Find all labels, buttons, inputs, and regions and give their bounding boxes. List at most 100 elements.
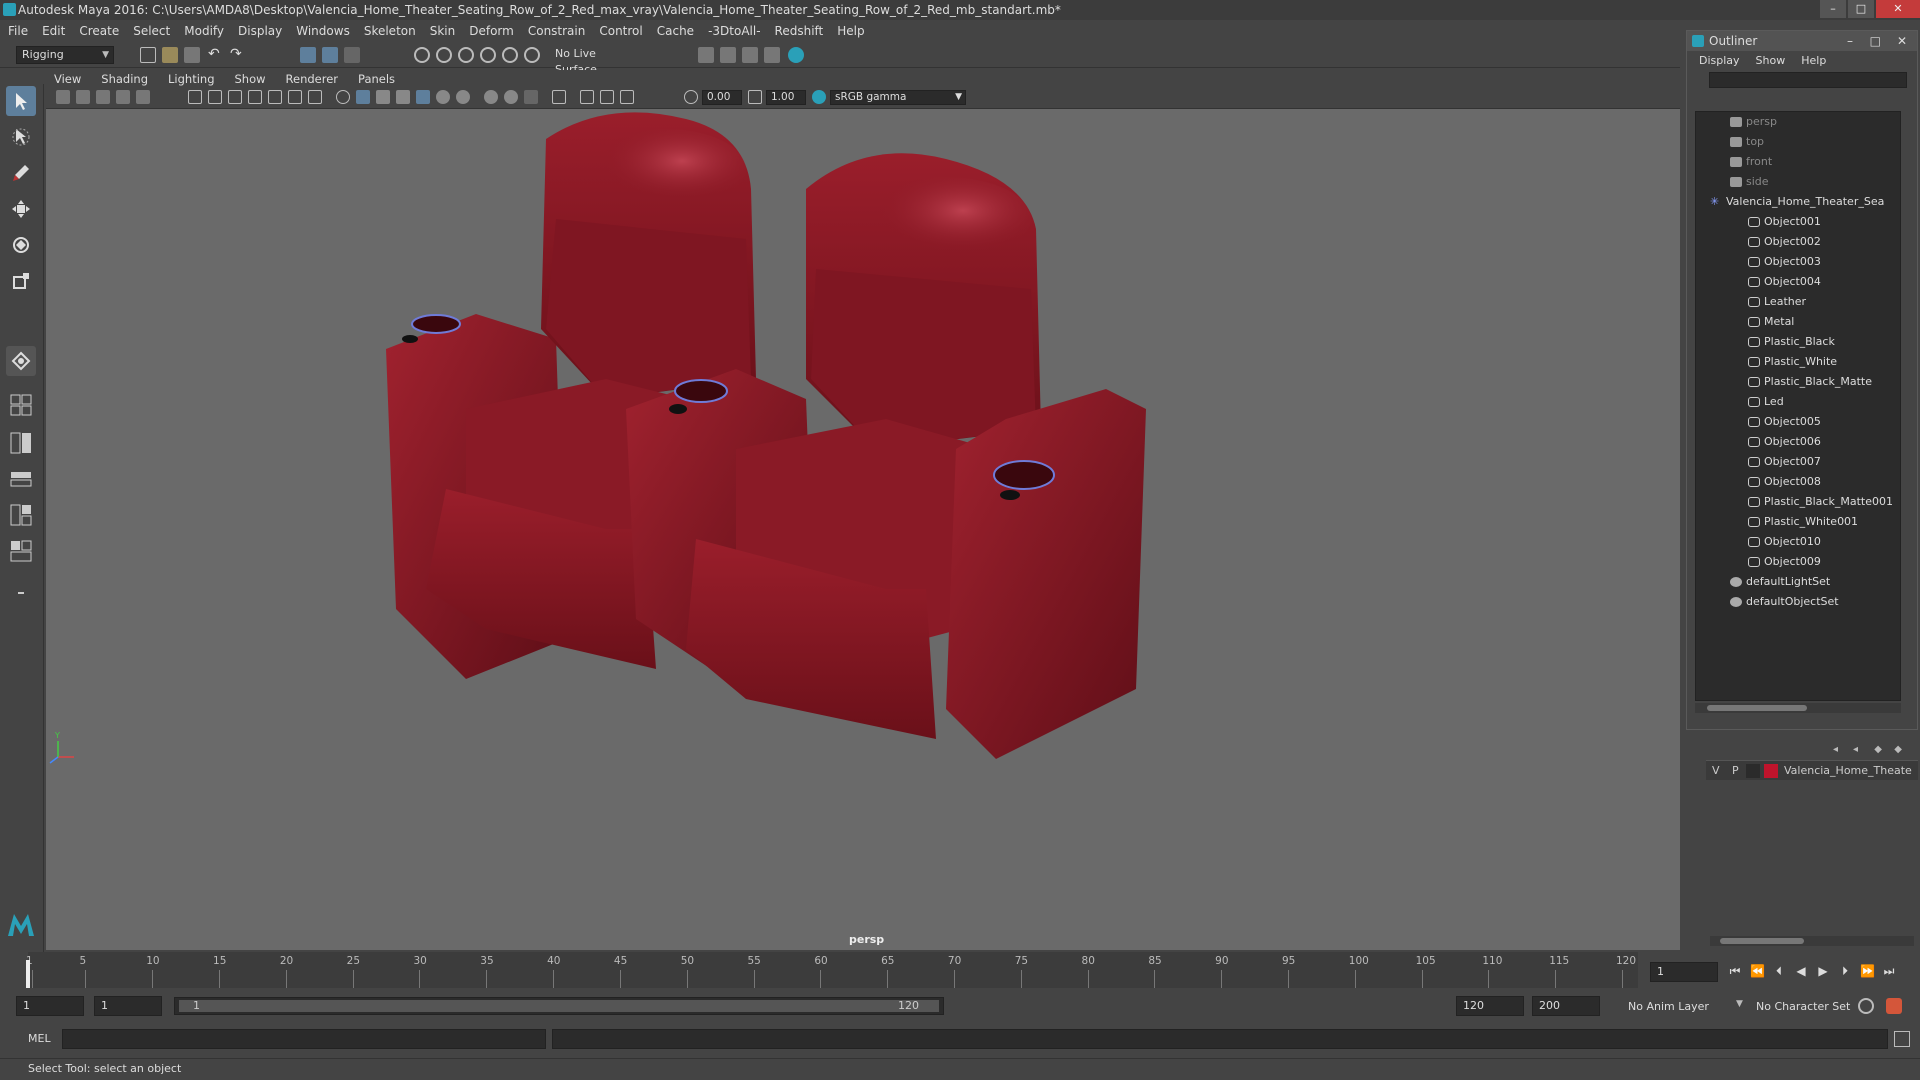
grid-icon[interactable] [188, 90, 202, 104]
go-to-start-icon[interactable]: ⏮ [1728, 964, 1742, 978]
camera-attributes-icon[interactable] [56, 90, 70, 104]
panel-menu-show[interactable]: Show [235, 72, 266, 86]
outliner-item[interactable]: Object008 [1748, 472, 1821, 492]
outliner-item[interactable]: Plastic_Black_Matte [1748, 372, 1872, 392]
outliner-maximize-button[interactable]: □ [1870, 31, 1881, 51]
snap-vertex-icon[interactable] [524, 47, 540, 63]
layout-two-view-icon[interactable] [6, 428, 36, 458]
xray-icon[interactable] [580, 90, 594, 104]
field-chart-icon[interactable] [268, 90, 282, 104]
snap-point-icon[interactable] [458, 47, 474, 63]
outliner-item[interactable]: Led [1748, 392, 1784, 412]
outliner-item[interactable]: Plastic_Black [1748, 332, 1835, 352]
textured-icon[interactable] [416, 90, 430, 104]
menu-select[interactable]: Select [133, 24, 170, 38]
menu-redshift[interactable]: Redshift [775, 24, 824, 38]
safe-title-icon[interactable] [308, 90, 322, 104]
motion-blur-icon[interactable] [504, 90, 518, 104]
outliner-item[interactable]: Leather [1748, 292, 1806, 312]
maximize-button[interactable]: □ [1848, 0, 1874, 18]
outliner-item[interactable]: Object003 [1748, 252, 1821, 272]
wireframe-on-shaded-icon[interactable] [396, 90, 410, 104]
camera-bookmark-icon[interactable] [76, 90, 90, 104]
menu-skeleton[interactable]: Skeleton [364, 24, 416, 38]
panel-menu-shading[interactable]: Shading [101, 72, 148, 86]
command-input[interactable] [62, 1029, 546, 1049]
layer-move-up-icon[interactable]: ◂ [1833, 744, 1838, 755]
xray-joints-icon[interactable] [620, 90, 634, 104]
layer-new-icon[interactable]: ◆ [1874, 744, 1882, 755]
layer-hscrollbar[interactable] [1710, 936, 1914, 946]
outliner-close-button[interactable]: ✕ [1897, 31, 1907, 51]
layer-new-selected-icon[interactable]: ◆ [1894, 744, 1902, 755]
layout-hypershade-icon[interactable] [6, 536, 36, 566]
panel-menu-lighting[interactable]: Lighting [168, 72, 214, 86]
snap-curve-icon[interactable] [436, 47, 452, 63]
move-tool-icon[interactable] [6, 194, 36, 224]
step-back-frame-icon[interactable]: ⏴ [1772, 964, 1786, 978]
anti-aliasing-icon[interactable] [524, 90, 538, 104]
script-editor-icon[interactable] [1894, 1031, 1910, 1047]
lasso-tool-icon[interactable] [6, 122, 36, 152]
render-current-frame-icon[interactable] [698, 47, 714, 63]
outliner-search-input[interactable] [1709, 72, 1907, 88]
menu-help[interactable]: Help [837, 24, 864, 38]
safe-action-icon[interactable] [288, 90, 302, 104]
play-forwards-icon[interactable]: ▶ [1816, 964, 1830, 978]
layer-visibility-toggle[interactable]: V [1712, 764, 1720, 777]
outliner-item[interactable]: top [1730, 132, 1764, 152]
select-object-icon[interactable] [322, 47, 338, 63]
current-time-indicator[interactable] [26, 960, 30, 988]
play-backwards-icon[interactable]: ◀ [1794, 964, 1808, 978]
outliner-tree[interactable]: persp top front side ✳ Valencia_Home_Theater_… [1695, 111, 1901, 701]
time-slider[interactable]: 1510152025303540455055606570758085909510… [0, 952, 1920, 990]
select-tool-icon[interactable] [6, 86, 36, 116]
outliner-item[interactable]: defaultLightSet [1730, 572, 1830, 592]
minimize-button[interactable]: – [1820, 0, 1846, 18]
script-language-toggle[interactable]: MEL [28, 1032, 51, 1045]
use-all-lights-icon[interactable] [436, 90, 450, 104]
xray-active-icon[interactable] [600, 90, 614, 104]
anim-layer-dropdown[interactable]: No Anim Layer [1628, 1000, 1709, 1013]
panel-menu-renderer[interactable]: Renderer [286, 72, 339, 86]
wireframe-icon[interactable] [336, 90, 350, 104]
default-material-icon[interactable] [376, 90, 390, 104]
outliner-hscrollbar[interactable] [1695, 703, 1901, 713]
menu-deform[interactable]: Deform [469, 24, 514, 38]
smooth-shade-icon[interactable] [356, 90, 370, 104]
panel-menu-panels[interactable]: Panels [358, 72, 395, 86]
more-layouts-icon[interactable] [6, 578, 36, 608]
end-time-field[interactable]: 200 [1532, 996, 1600, 1016]
menu-windows[interactable]: Windows [296, 24, 350, 38]
outliner-menu-show[interactable]: Show [1756, 54, 1786, 67]
paint-select-tool-icon[interactable] [6, 158, 36, 188]
live-surface-field[interactable]: No Live Surface [550, 46, 640, 76]
layer-reference-toggle[interactable] [1746, 764, 1760, 778]
hypershade-icon[interactable] [764, 47, 780, 63]
isolate-select-icon[interactable] [552, 90, 566, 104]
redo-icon[interactable]: ↷ [230, 47, 246, 63]
exposure-field[interactable]: 0.00 [702, 90, 742, 105]
scale-tool-icon[interactable] [6, 266, 36, 296]
snap-grid-icon[interactable] [414, 47, 430, 63]
outliner-menu-display[interactable]: Display [1699, 54, 1740, 67]
outliner-item[interactable]: Plastic_White001 [1748, 512, 1858, 532]
outliner-item[interactable]: Object002 [1748, 232, 1821, 252]
save-scene-icon[interactable] [184, 47, 200, 63]
grease-pencil-icon[interactable] [136, 90, 150, 104]
new-scene-icon[interactable] [140, 47, 156, 63]
menu-skin[interactable]: Skin [430, 24, 456, 38]
outliner-item[interactable]: Plastic_Black_Matte001 [1748, 492, 1893, 512]
last-tool-icon[interactable] [6, 346, 36, 376]
start-time-field[interactable]: 1 [16, 996, 84, 1016]
animation-preferences-icon[interactable] [1886, 998, 1902, 1014]
outliner-item[interactable]: Object009 [1748, 552, 1821, 572]
outliner-item[interactable]: Object005 [1748, 412, 1821, 432]
outliner-item[interactable]: Plastic_White [1748, 352, 1837, 372]
menu-display[interactable]: Display [238, 24, 282, 38]
gate-mask-icon[interactable] [248, 90, 262, 104]
layer-hscroll-thumb[interactable] [1720, 938, 1804, 944]
select-hierarchy-icon[interactable] [300, 47, 316, 63]
close-button[interactable]: ✕ [1876, 0, 1920, 18]
image-plane-icon[interactable] [96, 90, 110, 104]
